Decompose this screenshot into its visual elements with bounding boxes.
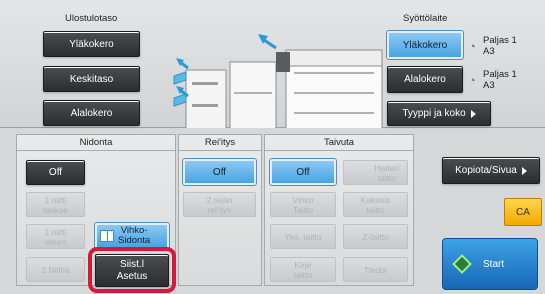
clear-all-button[interactable]: CA (504, 198, 542, 226)
staple-one-front-button[interactable]: 1 niitti eteen (26, 224, 85, 249)
arrow-right-icon (521, 166, 527, 175)
feed-tray-title: Syöttölaite (403, 13, 448, 24)
punch-off-button[interactable]: Off (182, 158, 257, 186)
letter-fold-button[interactable]: Kirje taitto (270, 257, 336, 282)
lower-tray-paper-status: Paljas 1 (483, 69, 517, 80)
saddle-stitch-button[interactable]: Vihko- Sidonta (94, 222, 170, 250)
staple-one-back-button[interactable]: 1 niitti taakse (26, 192, 85, 217)
tray-icon: ◔ (469, 41, 476, 53)
double-fold-button[interactable]: Kaksois taitto (343, 192, 408, 217)
upper-tray-paper-info: Paljas 1 A3 (483, 35, 517, 57)
copies-per-side-label: Kopiota/Sivua (455, 165, 517, 176)
feed-upper-tray-button[interactable]: Yläkokero (386, 30, 464, 60)
paper-type-size-label: Tyyppi ja koko (402, 108, 466, 119)
fold-title: Taivuta (323, 137, 355, 148)
punch-two-holes-button[interactable]: 2 reiän rei'itys (183, 192, 256, 217)
z-fold-half-label: Haitari taitto (374, 162, 399, 183)
output-upper-tray-button[interactable]: Yläkokero (43, 31, 140, 57)
output-lower-tray-button[interactable]: Alalokero (43, 100, 140, 126)
stapling-title: Nidonta (79, 137, 113, 148)
staple-two-button[interactable]: 2 Niittiä (26, 257, 85, 282)
start-diamond-icon (452, 254, 472, 274)
z-fold-half-button[interactable]: Haitari taitto (343, 160, 408, 185)
saddle-stitch-label: Vihko- Sidonta (118, 225, 151, 246)
z-fold-button[interactable]: Z-taitto (343, 224, 408, 249)
printer-illustration-icon (173, 34, 383, 128)
start-label: Start (483, 258, 505, 270)
paper-type-size-button[interactable]: Tyyppi ja koko (387, 101, 491, 126)
highlight-frame (88, 247, 176, 293)
single-fold-button[interactable]: Yks. taitto (270, 224, 336, 249)
booklet-icon (100, 230, 114, 242)
start-button[interactable]: Start (442, 238, 538, 290)
upper-tray-paper-status: Paljas 1 (483, 35, 517, 46)
punch-title: Rei'itys (204, 137, 236, 148)
arrow-right-icon (470, 109, 476, 118)
upper-tray-paper-size: A3 (483, 46, 495, 57)
stapling-off-button[interactable]: Off (26, 160, 85, 185)
booklet-fold-button[interactable]: Vihko Taitto (270, 192, 336, 217)
copies-per-side-button[interactable]: Kopiota/Sivua (442, 157, 540, 184)
tray-icon: ◔ (469, 75, 476, 87)
lower-tray-paper-info: Paljas 1 A3 (483, 69, 517, 91)
lower-tray-paper-size: A3 (483, 80, 495, 91)
feed-lower-tray-button[interactable]: Alalokero (387, 66, 463, 93)
fold-info-button[interactable]: Tiedot (343, 257, 408, 282)
fold-off-button[interactable]: Off (269, 158, 337, 186)
output-middle-tray-button[interactable]: Keskitaso (43, 66, 140, 92)
output-tray-title: Ulostulotaso (65, 13, 118, 24)
